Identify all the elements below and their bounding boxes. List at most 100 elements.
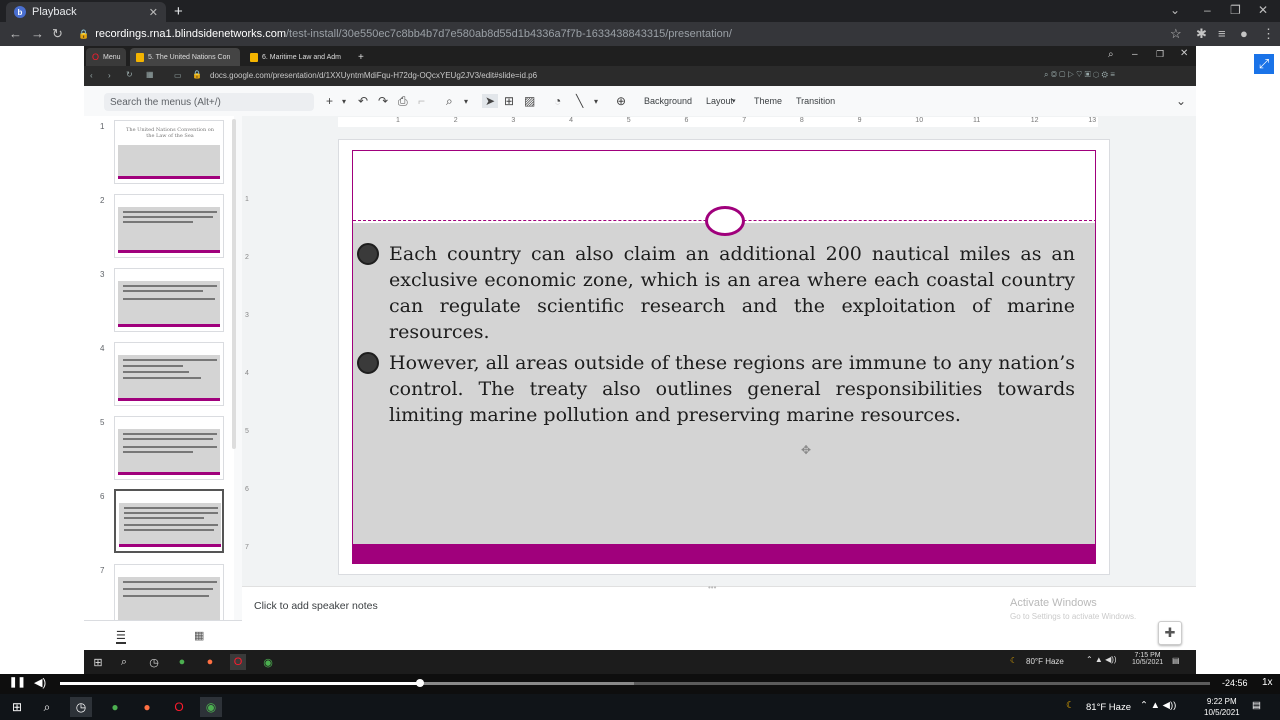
inner-close-button[interactable]: ✕ [1180,48,1188,59]
opera-icon[interactable]: O [168,697,190,717]
tab-playback[interactable]: b Playback ✕ [6,2,166,22]
url-field[interactable]: 🔒 recordings.rna1.blindsidenetworks.com/… [78,25,732,43]
system-tray-icons[interactable]: ⌃ ▲ ◀)) [1140,700,1176,711]
inner-tabs-grid-icon[interactable]: ▦ [146,70,154,79]
redo-icon[interactable]: ↷ [378,94,388,108]
slides-favicon-icon [250,52,258,62]
inner-clock-app-icon[interactable]: ◷ [146,654,162,670]
background-button[interactable]: Background [644,96,692,106]
select-cursor-icon[interactable]: ➤ [482,94,499,108]
tab-search-icon[interactable]: ⌄ [1170,3,1180,17]
slide-thumbnail-2[interactable] [114,194,224,258]
shape-icon[interactable]: ◔ [554,94,561,108]
inner-notification-icon[interactable]: ▤ [1172,656,1180,665]
new-tab-button[interactable]: + [174,3,183,20]
playback-speed-button[interactable]: 1x [1262,677,1273,688]
zoom-icon[interactable]: ⌕ [446,94,453,109]
inner-tray-icons[interactable]: ⌃ ▲ ◀)) [1086,655,1117,664]
print-icon[interactable]: ⎙ [398,94,408,109]
start-icon[interactable]: ⊞ [6,697,28,717]
zoom-dropdown-icon[interactable]: ▾ [464,97,468,106]
collapse-toolbar-icon[interactable]: ⌄ [1176,94,1186,108]
profile-icon[interactable]: ● [1240,26,1248,41]
ruler-tick-label: 10 [915,117,924,124]
slide-paragraph-1[interactable]: Each country can also claim an additiona… [389,241,1075,345]
inner-opera-icon[interactable]: O [230,654,246,670]
pause-icon[interactable]: ❚❚ [9,677,26,688]
inner-tab-maritime-law[interactable]: 6. Maritime Law and Adm [244,48,356,66]
ruler-tick-label: 8 [799,117,804,124]
opera-menu-button[interactable]: O Menu [86,48,126,66]
inner-chrome-icon[interactable]: ◉ [260,654,276,670]
inner-toolbar-icons[interactable]: ⌕ ◎ ▢ ▷ ♡ ▣ ⬡ ⚙ ≡ [1044,70,1115,80]
close-tab-icon[interactable]: ✕ [149,6,158,19]
inner-new-tab-button[interactable]: + [356,48,370,66]
taskbar-search-icon[interactable]: ⌕ [36,697,58,717]
inner-minimize-button[interactable]: – [1132,49,1138,60]
new-slide-icon[interactable]: + [326,94,333,108]
line-dropdown-icon[interactable]: ▾ [594,97,598,106]
slide-thumbnail-1[interactable]: The United Nations Convention on the Law… [114,120,224,184]
slide-thumbnail-7[interactable] [114,564,224,620]
notes-resize-handle[interactable]: ••• [708,583,716,592]
filmstrip-view-icon[interactable]: ☰ [116,629,126,644]
notification-center-icon[interactable]: ▤ [1252,700,1261,711]
reading-list-icon[interactable]: ≡ [1218,26,1226,41]
transition-button[interactable]: Transition [796,96,835,106]
inner-back-icon[interactable]: ‹ [90,71,93,80]
maximize-button[interactable]: ❐ [1230,3,1241,17]
theme-button[interactable]: Theme [754,96,782,106]
image-icon[interactable]: ▨ [524,94,535,108]
paint-format-icon[interactable]: ⌐ [418,94,425,108]
slide-thumbnail-6-selected[interactable] [114,489,224,553]
os-clock-date: 10/5/2021 [1204,708,1240,717]
thumb-number: 7 [100,566,105,575]
layout-dropdown-icon[interactable]: ▾ [732,97,736,105]
progress-handle[interactable] [415,679,424,687]
undo-icon[interactable]: ↶ [358,94,368,108]
slide-paragraph-2[interactable]: However, all areas outside of these regi… [389,350,1075,428]
grid-view-icon[interactable]: ▦ [194,629,204,642]
layout-button[interactable]: Layout [706,96,733,106]
search-menus-input[interactable]: Search the menus (Alt+/) [104,93,314,111]
bookmark-star-icon[interactable]: ☆ [1170,26,1182,42]
minimize-button[interactable]: – [1204,3,1211,17]
lock-icon: 🔒 [78,28,90,39]
speaker-notes-input[interactable]: Click to add speaker notes [254,600,378,612]
inner-forward-icon[interactable]: › [108,71,111,80]
back-icon[interactable]: ← [9,26,22,41]
ruler-tick-label: 5 [626,117,631,124]
close-window-button[interactable]: ✕ [1258,3,1268,17]
slide-thumbnail-4[interactable] [114,342,224,406]
thumbnail-scrollbar[interactable] [232,119,236,449]
ruler-tick-label: 5 [245,428,249,435]
forward-icon[interactable]: → [31,26,44,41]
comment-icon[interactable]: ⊕ [616,94,626,108]
reload-icon[interactable]: ↻ [52,26,63,42]
green-app-icon[interactable]: ● [104,697,126,717]
ruler-tick-label: 7 [742,117,747,124]
clock-app-icon[interactable]: ◷ [70,697,92,717]
inner-url[interactable]: docs.google.com/presentation/d/1XXUyntmM… [210,71,537,80]
slide-thumbnail-3[interactable] [114,268,224,332]
inner-firefox-icon[interactable]: ● [202,654,218,670]
slide-thumbnail-5[interactable] [114,416,224,480]
expand-icon[interactable]: ⤢ [1254,54,1274,74]
extensions-icon[interactable]: ✱ [1196,26,1207,42]
new-slide-dropdown-icon[interactable]: ▾ [342,97,346,106]
line-icon[interactable]: ╲ [576,94,583,108]
inner-app-green-icon[interactable]: ● [174,654,190,670]
inner-reload-icon[interactable]: ↻ [126,70,133,79]
volume-icon[interactable]: ◀) [34,676,46,689]
inner-search-icon[interactable]: ⌕ [1108,49,1114,60]
explore-button[interactable]: ✚ [1158,621,1182,645]
inner-tab-un-convention[interactable]: 5. The United Nations Con [130,48,240,66]
inner-start-icon[interactable]: ⊞ [90,654,106,670]
chrome-menu-icon[interactable]: ⋮ [1262,26,1275,42]
firefox-icon[interactable]: ● [136,697,158,717]
inner-search-taskbar-icon[interactable]: ⌕ [116,654,132,670]
text-box-icon[interactable]: ⊞ [504,94,514,108]
chrome-icon[interactable]: ◉ [200,697,222,717]
current-slide[interactable]: Each country can also claim an additiona… [352,150,1096,564]
inner-maximize-button[interactable]: ❐ [1156,49,1164,60]
